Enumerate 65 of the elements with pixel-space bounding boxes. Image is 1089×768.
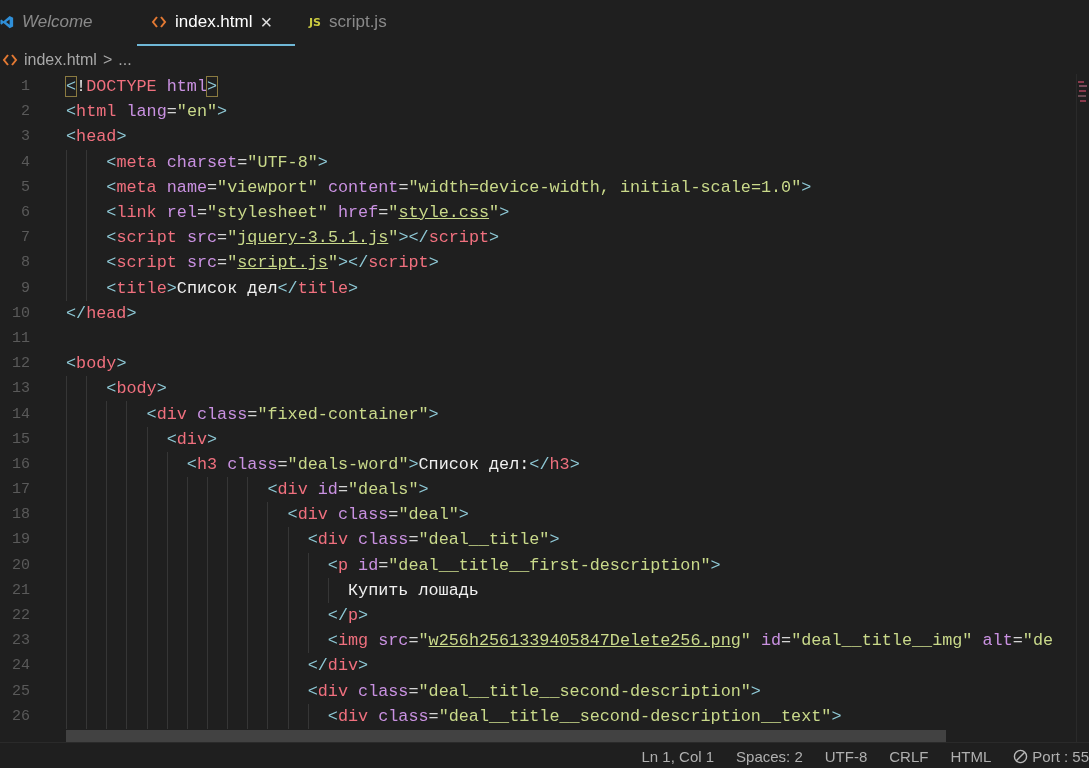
code-line: </p> (327, 606, 369, 626)
code-line: <div> (166, 429, 218, 449)
code-line: <p id="deal__title__first-description"> (327, 555, 721, 575)
breadcrumb-item[interactable]: ... (118, 51, 132, 69)
line-number: 5 (20, 178, 30, 196)
line-number: 1 (20, 78, 30, 96)
js-file-icon: JS (309, 15, 321, 29)
code-line: <div id="deals"> (267, 480, 429, 500)
line-number: 11 (11, 329, 30, 347)
line-number: 13 (11, 380, 30, 398)
line-number: 10 (11, 304, 30, 322)
status-item[interactable]: Spaces: 2 (736, 747, 803, 765)
status-item[interactable]: HTML (950, 747, 992, 765)
line-number: 8 (20, 254, 30, 272)
breadcrumb-item[interactable]: index.html (24, 51, 97, 69)
line-number: 6 (20, 204, 30, 222)
code-line: Купить лошадь (348, 580, 479, 600)
status-item[interactable]: UTF-8 (824, 747, 868, 765)
line-number: 17 (11, 481, 30, 499)
code-line: <div class="deal__title"> (307, 530, 560, 550)
code-line: <script src="jquery-3.5.1.js"></script> (106, 228, 500, 248)
code-line: </head> (66, 303, 137, 323)
close-icon[interactable]: × (260, 10, 273, 34)
editor-tab[interactable]: index.html × (137, 0, 295, 46)
code-line: <html lang="en"> (66, 102, 228, 122)
line-number: 4 (20, 153, 30, 171)
line-number: 24 (11, 657, 30, 675)
line-number: 25 (11, 682, 30, 700)
code-line: <h3 class="deals-word">Список дел:</h3> (186, 454, 580, 474)
status-item[interactable]: Ln 1, Col 1 (641, 747, 715, 765)
code-line: <link rel="stylesheet" href="style.css"> (106, 203, 510, 223)
code-line: <script src="script.js"></script> (106, 253, 439, 273)
status-item[interactable]: Port : 55 (1013, 747, 1089, 765)
code-line: <body> (106, 379, 167, 399)
line-number: 7 (20, 229, 30, 247)
line-number: 14 (11, 405, 30, 423)
line-number: 20 (11, 556, 30, 574)
code-line: <div class="fixed-container"> (146, 404, 439, 424)
line-number: 19 (11, 531, 30, 549)
line-number: 21 (11, 581, 30, 599)
breadcrumb-separator: > (102, 51, 113, 69)
line-number: 12 (11, 355, 30, 373)
line-number: 15 (11, 430, 30, 448)
code-line: <meta charset="UTF-8"> (106, 152, 328, 172)
line-number: 26 (11, 707, 30, 725)
code-line: <head> (66, 127, 127, 147)
line-number: 23 (11, 632, 30, 650)
status-item[interactable]: CRLF (889, 747, 929, 765)
code-line: <div class="deal"> (287, 505, 469, 525)
code-line: <meta name="viewport" content="width=device-width, initial-scale=1.0"> (106, 177, 812, 197)
line-number: 9 (20, 279, 30, 297)
editor-tab[interactable]: JS script.js (295, 0, 409, 46)
line-number: 3 (20, 128, 30, 146)
code-line: </div> (307, 656, 369, 676)
code-line: <title>Список дел</title> (106, 278, 359, 298)
editor-tab[interactable]: Welcome (0, 0, 137, 46)
code-line: <body> (66, 354, 127, 374)
code-line: <img src="w256h2561339405847Delete256.png" id="deal__title__img" alt="de (327, 631, 1054, 651)
code-line: <div class="deal__title__second-description__text"> (327, 706, 842, 726)
line-number: 22 (11, 607, 30, 625)
line-number: 2 (20, 103, 30, 121)
line-number: 18 (11, 506, 30, 524)
code-line: <!DOCTYPE html> (66, 77, 218, 97)
line-number: 16 (11, 455, 30, 473)
code-line: <div class="deal__title__second-description"> (307, 681, 761, 701)
